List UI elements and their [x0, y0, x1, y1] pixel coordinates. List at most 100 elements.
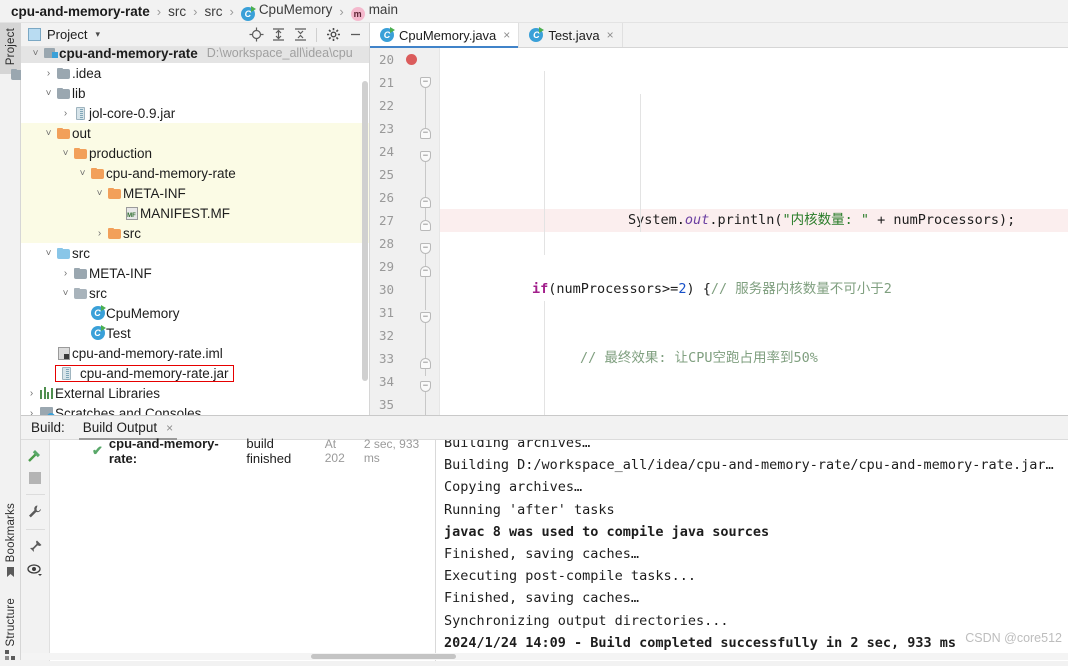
tree-row-out[interactable]: ˅ out: [21, 123, 369, 143]
settings-gear-icon[interactable]: [323, 25, 343, 45]
tree-twisty[interactable]: ›: [59, 268, 72, 279]
breadcrumb-item-class[interactable]: C CpuMemory: [238, 2, 336, 21]
expand-all-icon[interactable]: [268, 25, 288, 45]
code-text[interactable]: System.out.println("内核数量: " + numProcess…: [440, 48, 1068, 415]
tree-row-external-libraries[interactable]: › External Libraries: [21, 383, 369, 403]
build-result-row[interactable]: ✔ cpu-and-memory-rate: build finished At…: [50, 436, 435, 466]
tree-label: production: [89, 145, 153, 161]
tree-twisty[interactable]: ›: [59, 108, 72, 119]
tree-row-module-root[interactable]: ˅ cpu-and-memory-rate D:\workspace_all\i…: [21, 47, 369, 63]
tree-row-scratches[interactable]: › Scratches and Consoles: [21, 403, 369, 415]
tree-row-jol-core-jar[interactable]: › jol-core-0.9.jar: [21, 103, 369, 123]
tree-row-production-module[interactable]: ˅ cpu-and-memory-rate: [21, 163, 369, 183]
collapse-all-icon[interactable]: [290, 25, 310, 45]
code-area[interactable]: 20 21 22 23 24 25 26 27 28 29 30 31 32 3…: [370, 48, 1068, 415]
fold-marker-collapse[interactable]: −: [420, 358, 431, 369]
tree-twisty[interactable]: ˅: [29, 48, 42, 59]
tree-row-meta-inf-src[interactable]: › META-INF: [21, 263, 369, 283]
tree-label: cpu-and-memory-rate.jar: [80, 365, 229, 381]
method-icon: m: [350, 6, 365, 21]
tree-twisty[interactable]: ›: [25, 388, 38, 399]
gutter-row[interactable]: 20: [370, 48, 439, 71]
editor-gutter[interactable]: 20 21 22 23 24 25 26 27 28 29 30 31 32 3…: [370, 48, 440, 415]
tree-row-jar-file[interactable]: cpu-and-memory-rate.jar: [21, 363, 369, 383]
fold-marker-collapse[interactable]: −: [420, 128, 431, 139]
code-line-22[interactable]: // 最终效果: 让CPU空跑占用率到50%: [440, 347, 1068, 370]
tree-twisty[interactable]: ›: [25, 408, 38, 416]
gutter-row[interactable]: 35: [370, 393, 439, 415]
tree-row-idea[interactable]: › .idea: [21, 63, 369, 83]
breadcrumb-item-src-1[interactable]: src: [165, 4, 189, 19]
gutter-row[interactable]: 22: [370, 94, 439, 117]
gutter-row[interactable]: 32: [370, 324, 439, 347]
tree-label: MANIFEST.MF: [140, 205, 230, 221]
gutter-row[interactable]: 30: [370, 278, 439, 301]
fold-marker-collapse[interactable]: −: [420, 151, 431, 162]
locate-icon[interactable]: [246, 25, 266, 45]
tree-twisty[interactable]: ›: [93, 228, 106, 239]
tab-test-java[interactable]: C Test.java ×: [519, 23, 623, 47]
project-tree-scrollbar[interactable]: [361, 47, 369, 415]
tree-twisty[interactable]: ˅: [93, 188, 106, 199]
tree-twisty[interactable]: ˅: [42, 128, 55, 139]
code-line-20[interactable]: System.out.println("内核数量: " + numProcess…: [440, 209, 1068, 232]
tree-twisty[interactable]: ˅: [59, 148, 72, 159]
line-number: 23: [378, 121, 394, 136]
project-tree[interactable]: ˅ cpu-and-memory-rate D:\workspace_all\i…: [21, 47, 369, 415]
tab-cpumemory-java[interactable]: C CpuMemory.java ×: [370, 23, 520, 48]
rerun-build-icon[interactable]: [26, 446, 44, 464]
fold-marker-collapse[interactable]: −: [420, 197, 431, 208]
close-icon[interactable]: ×: [607, 28, 614, 42]
line-number: 31: [378, 305, 394, 320]
tree-row-test[interactable]: C Test: [21, 323, 369, 343]
show-options-icon[interactable]: [27, 562, 43, 578]
breadcrumb-item-method[interactable]: m main: [348, 2, 401, 21]
hide-panel-icon[interactable]: [345, 25, 365, 45]
tree-row-out-src[interactable]: › src: [21, 223, 369, 243]
module-path: D:\workspace_all\idea\cpu: [206, 47, 353, 60]
fold-marker-collapse[interactable]: −: [420, 243, 431, 254]
tree-row-meta-inf-out[interactable]: ˅ META-INF: [21, 183, 369, 203]
build-horizontal-scrollbar[interactable]: [21, 653, 1068, 660]
fold-marker-collapse[interactable]: −: [420, 220, 431, 231]
tree-row-iml-file[interactable]: cpu-and-memory-rate.iml: [21, 343, 369, 363]
rail-item-project[interactable]: Project: [0, 23, 21, 75]
project-panel-header: Project ▾: [21, 23, 369, 47]
tree-twisty[interactable]: ˅: [42, 88, 55, 99]
tree-twisty[interactable]: ˅: [76, 168, 89, 179]
fold-marker-collapse[interactable]: −: [420, 77, 431, 88]
fold-marker-collapse[interactable]: −: [420, 266, 431, 277]
close-icon[interactable]: ×: [503, 28, 510, 42]
build-result-tree[interactable]: ✔ cpu-and-memory-rate: build finished At…: [50, 436, 436, 661]
tree-twisty[interactable]: ˅: [59, 288, 72, 299]
jar-icon: [58, 366, 75, 380]
gutter-row[interactable]: 25: [370, 163, 439, 186]
close-icon[interactable]: ×: [166, 421, 173, 435]
tree-row-lib[interactable]: ˅ lib: [21, 83, 369, 103]
tree-row-production[interactable]: ˅ production: [21, 143, 369, 163]
stop-icon[interactable]: [28, 471, 42, 485]
fold-marker-collapse[interactable]: −: [420, 312, 431, 323]
chevron-down-icon[interactable]: ▾: [95, 29, 100, 40]
pin-tab-icon[interactable]: [27, 539, 43, 555]
tree-row-cpumemory[interactable]: C CpuMemory: [21, 303, 369, 323]
tree-label: .idea: [72, 65, 102, 81]
rail-item-structure[interactable]: Structure: [0, 593, 21, 666]
project-panel-title: Project: [47, 27, 88, 42]
breakpoint-icon[interactable]: [406, 54, 417, 65]
build-output-log[interactable]: Building archives… Building D:/workspace…: [436, 440, 1068, 661]
breadcrumb-item-project[interactable]: cpu-and-memory-rate: [8, 4, 153, 19]
tree-twisty[interactable]: ˅: [42, 248, 55, 259]
tree-row-src[interactable]: ˅ src: [21, 243, 369, 263]
tree-label: cpu-and-memory-rate: [106, 165, 236, 181]
tree-row-manifest-mf[interactable]: MF MANIFEST.MF: [21, 203, 369, 223]
rail-item-bookmarks[interactable]: Bookmarks: [0, 498, 21, 583]
build-duration: 2 sec, 933 ms: [363, 437, 420, 465]
tree-twisty[interactable]: ›: [42, 68, 55, 79]
code-line-21[interactable]: if(numProcessors>=2) {// 服务器内核数量不可小于2: [440, 278, 1068, 301]
breadcrumb-item-src-2[interactable]: src: [201, 4, 225, 19]
build-settings-icon[interactable]: [27, 504, 43, 520]
tree-row-source-root-src[interactable]: ˅ src: [21, 283, 369, 303]
fold-marker-collapse[interactable]: −: [420, 381, 431, 392]
line-number: 34: [378, 374, 394, 389]
